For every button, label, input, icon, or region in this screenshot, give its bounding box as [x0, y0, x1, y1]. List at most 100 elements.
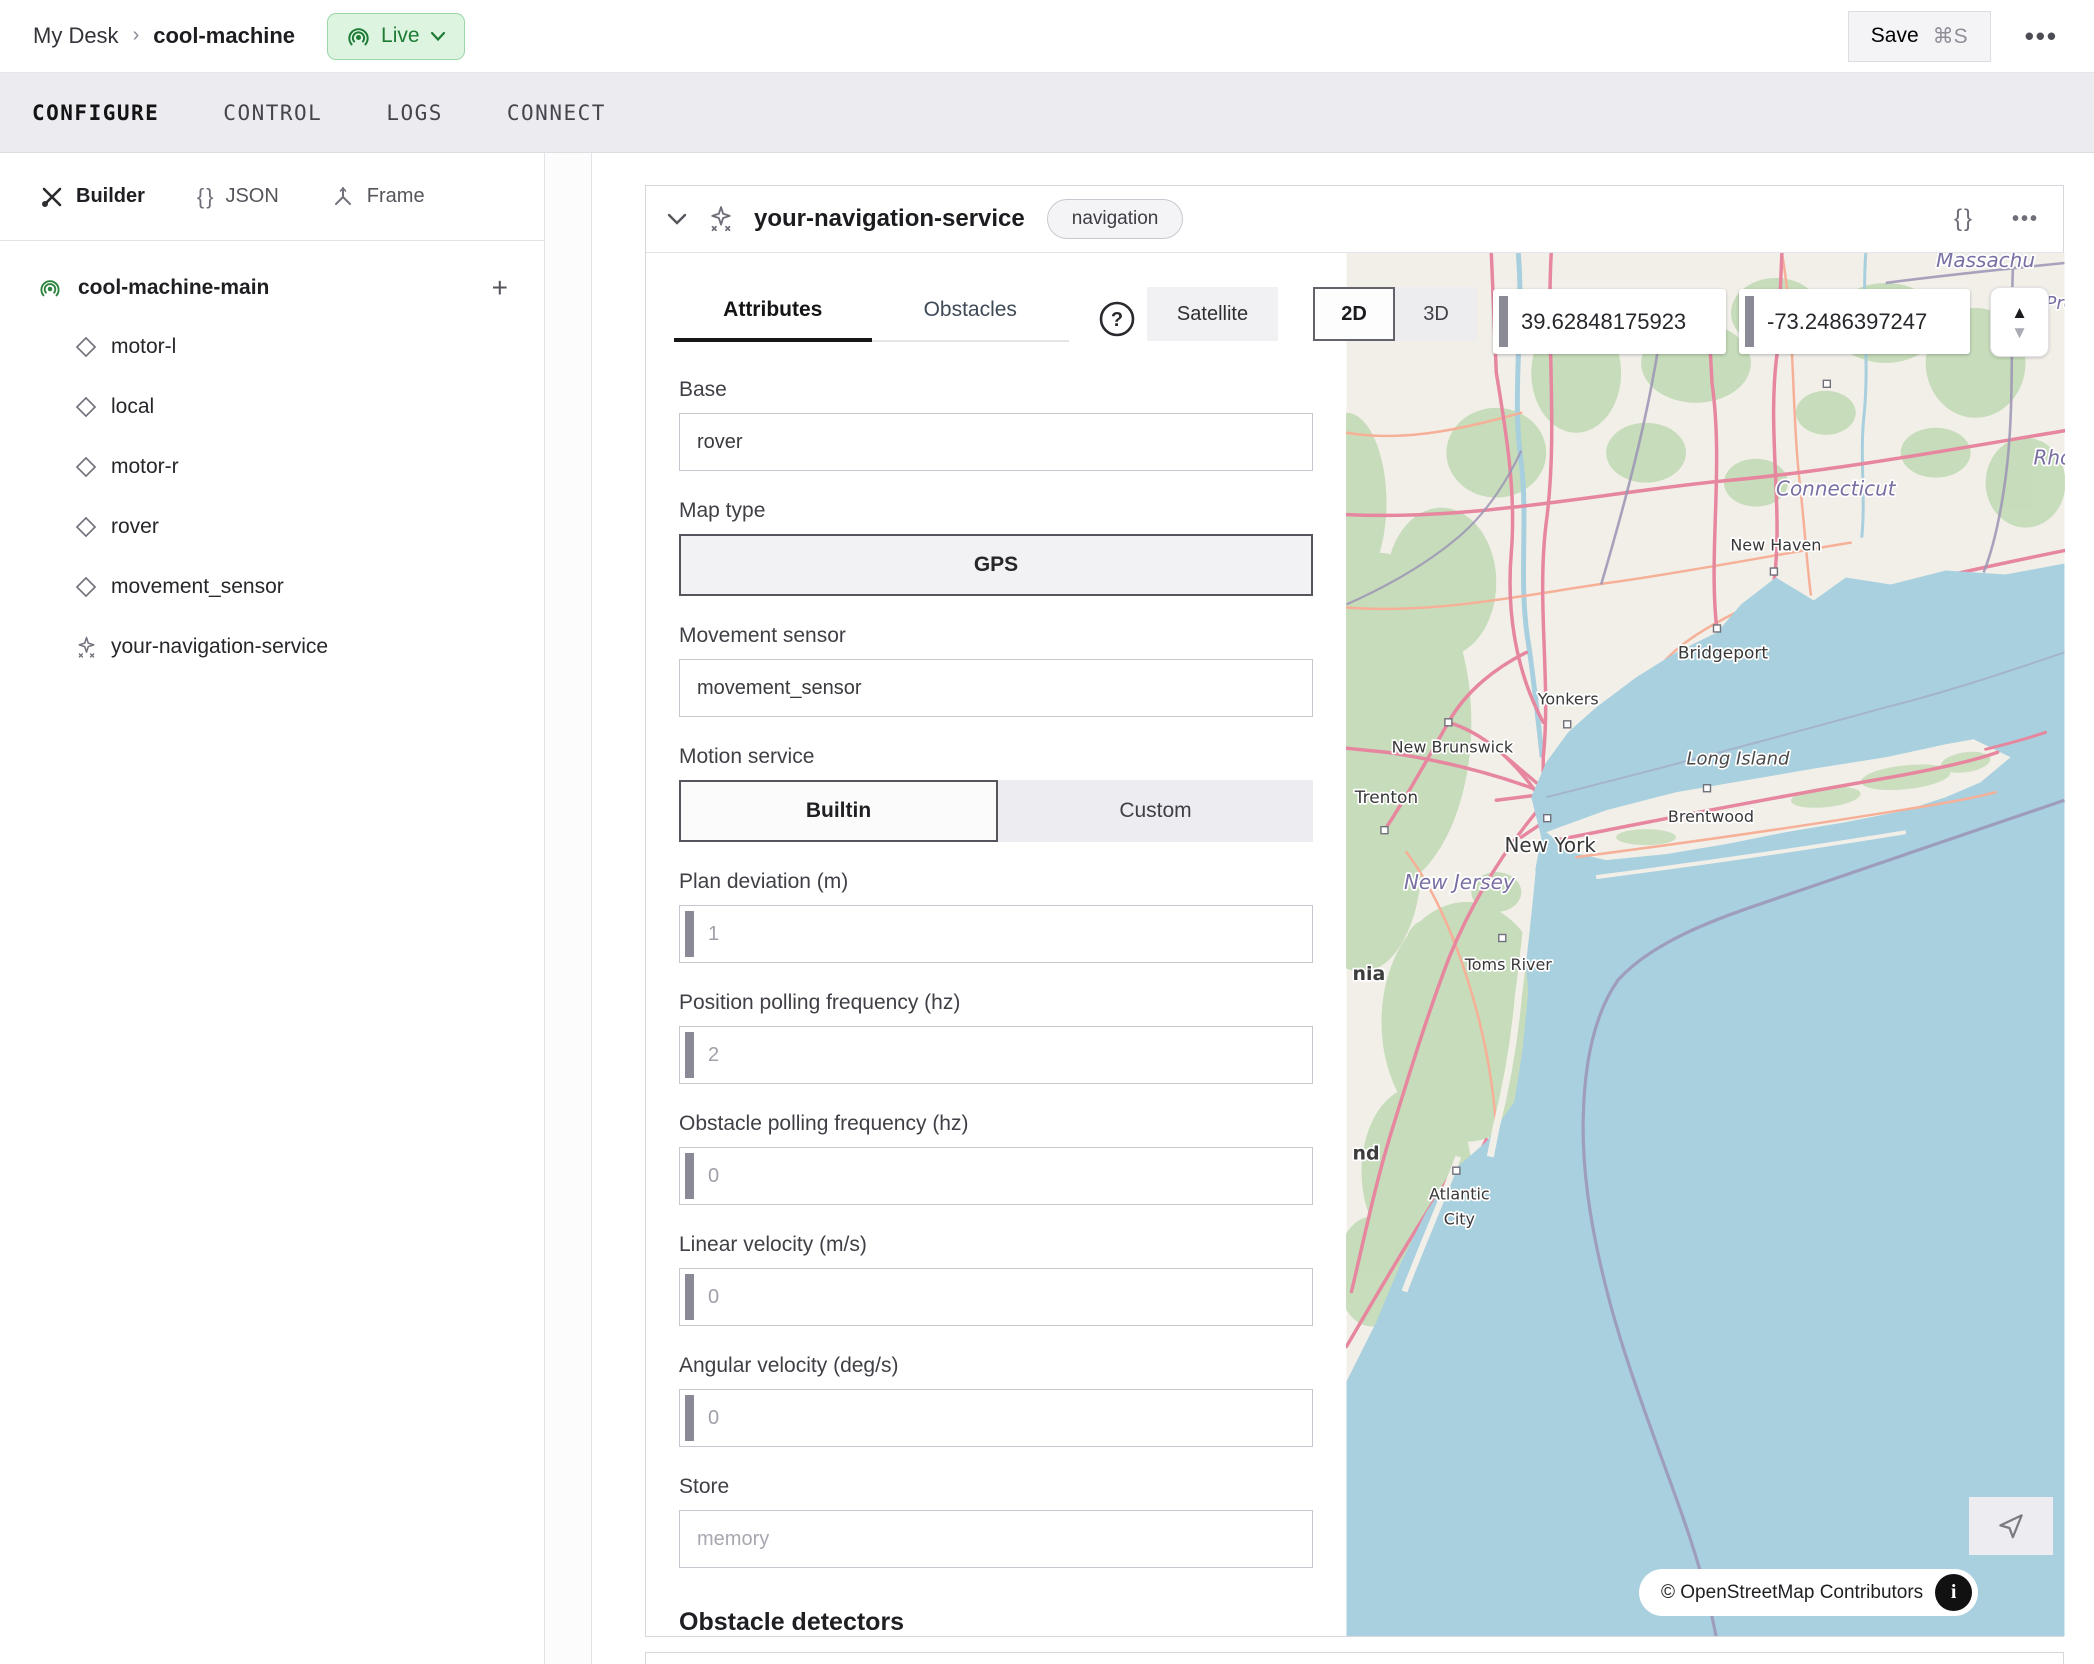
field-position-polling-frequency-hz: Position polling frequency (hz) 2 [679, 991, 1313, 1084]
live-status-badge[interactable]: Live [327, 13, 465, 60]
tab-connect[interactable]: CONNECT [507, 101, 606, 125]
tools-icon [40, 185, 64, 209]
latitude-drag-handle[interactable] [1499, 296, 1508, 347]
component-diamond-icon [73, 335, 99, 359]
field-number-input[interactable]: 0 [679, 1268, 1313, 1326]
field-label: Motion service [679, 745, 1313, 769]
tree-item-movement_sensor[interactable]: movement_sensor [0, 557, 544, 617]
info-icon[interactable]: i [1935, 1574, 1972, 1611]
tree-item-label: your-navigation-service [111, 635, 328, 659]
header-more-button[interactable]: ••• [2025, 21, 2058, 52]
field-input[interactable]: movement_sensor [679, 659, 1313, 717]
map-2d-button[interactable]: 2D [1313, 287, 1395, 341]
longitude-input[interactable]: -73.2486397247 [1739, 289, 1970, 354]
segment-option-builtin[interactable]: Builtin [679, 780, 998, 842]
tree-item-motor-l[interactable]: motor-l [0, 317, 544, 377]
machine-main-name: cool-machine-main [78, 276, 492, 300]
main-panel: your-navigation-service navigation { } •… [592, 153, 2094, 1664]
tree-item-label: rover [111, 515, 159, 539]
tree-item-label: motor-l [111, 335, 176, 359]
app-header: My Desk › cool-machine Live Save ⌘S ••• [0, 0, 2094, 73]
zoom-stepper[interactable]: ▲ ▼ [1990, 287, 2049, 357]
service-title: your-navigation-service [754, 205, 1025, 233]
map-3d-button[interactable]: 3D [1395, 287, 1477, 341]
svg-text:Rhode: Rhode [2034, 446, 2065, 470]
field-label: Base [679, 378, 1313, 402]
longitude-drag-handle[interactable] [1745, 296, 1754, 347]
tree-item-rover[interactable]: rover [0, 497, 544, 557]
tab-attributes[interactable]: Attributes [674, 298, 872, 342]
machine-part-tree: cool-machine-main + motor-l local motor-r r… [0, 241, 544, 677]
breadcrumb-root[interactable]: My Desk [33, 23, 119, 49]
service-sparkle-icon [706, 204, 736, 234]
tree-item-local[interactable]: local [0, 377, 544, 437]
frame-icon [331, 185, 355, 209]
view-label: Frame [367, 185, 425, 208]
number-drag-handle[interactable] [685, 1395, 694, 1441]
number-value: 1 [708, 923, 719, 946]
field-linear-velocity-m-s: Linear velocity (m/s)0 [679, 1233, 1313, 1326]
field-button-gps[interactable]: GPS [679, 534, 1313, 596]
service-sparkle-icon [73, 635, 99, 660]
number-drag-handle[interactable] [685, 911, 694, 957]
zoom-out-arrow-icon[interactable]: ▼ [2011, 324, 2028, 341]
view-json[interactable]: { }JSON [197, 184, 279, 210]
number-drag-handle[interactable] [685, 1274, 694, 1320]
save-label: Save [1871, 24, 1919, 48]
svg-text:New Brunswick: New Brunswick [1392, 737, 1514, 756]
sidebar-resize-gutter[interactable] [545, 153, 592, 1664]
view-frame[interactable]: Frame [331, 185, 425, 209]
tab-configure[interactable]: CONFIGURE [32, 101, 159, 125]
field-number-input[interactable]: 0 [679, 1147, 1313, 1205]
add-component-button[interactable]: + [492, 274, 508, 302]
chevron-down-icon [430, 31, 446, 42]
svg-text:Toms River: Toms River [1464, 955, 1553, 974]
tree-item-motor-r[interactable]: motor-r [0, 437, 544, 497]
primary-nav: CONFIGURE CONTROL LOGS CONNECT [0, 73, 2094, 153]
component-diamond-icon [73, 395, 99, 419]
field-angular-velocity-deg-s: Angular velocity (deg/s)0 [679, 1354, 1313, 1447]
latitude-input[interactable]: 39.62848175923 [1493, 289, 1726, 354]
field-number-input[interactable]: 1 [679, 905, 1313, 963]
field-number-input[interactable]: 2 [679, 1026, 1313, 1084]
number-drag-handle[interactable] [685, 1153, 694, 1199]
svg-text:New York: New York [1504, 833, 1596, 857]
card-more-icon[interactable]: ••• [2012, 209, 2039, 229]
field-map-type: Map typeGPS [679, 499, 1313, 596]
service-card: your-navigation-service navigation { } •… [645, 185, 2064, 1637]
satellite-toggle-button[interactable]: Satellite [1147, 287, 1278, 341]
field-number-input[interactable]: 0 [679, 1389, 1313, 1447]
collapse-chevron-icon[interactable] [666, 212, 688, 226]
navigation-map[interactable]: New HavenBridgeportYonkersBrentwoodNew Y… [1346, 253, 2065, 1636]
braces-json-icon[interactable]: { } [1954, 207, 1972, 231]
segment-option-custom[interactable]: Custom [998, 780, 1313, 842]
tree-item-label: movement_sensor [111, 575, 284, 599]
map-attribution: © OpenStreetMap Contributors i [1639, 1569, 1978, 1616]
field-input[interactable]: memory [679, 1510, 1313, 1568]
field-label: Position polling frequency (hz) [679, 991, 1313, 1015]
field-input[interactable]: rover [679, 413, 1313, 471]
svg-text:Bridgeport: Bridgeport [1678, 643, 1768, 663]
component-diamond-icon [73, 455, 99, 479]
tab-control[interactable]: CONTROL [223, 101, 322, 125]
zoom-in-arrow-icon[interactable]: ▲ [2011, 304, 2028, 321]
tree-item-label: local [111, 395, 154, 419]
number-value: 0 [708, 1407, 719, 1430]
save-button[interactable]: Save ⌘S [1848, 11, 1991, 62]
machine-main-row[interactable]: cool-machine-main + [0, 259, 544, 317]
svg-text:nia: nia [1353, 963, 1386, 985]
braces-icon: { } [197, 184, 214, 210]
card-tabs: Attributes Obstacles [674, 298, 1069, 342]
locate-button[interactable] [1969, 1497, 2053, 1555]
tab-obstacles[interactable]: Obstacles [872, 298, 1070, 342]
breadcrumb: My Desk › cool-machine [33, 23, 295, 49]
view-builder[interactable]: Builder [40, 185, 145, 209]
config-sidebar: Builder { }JSON Frame cool-machine-main + … [0, 153, 545, 1664]
help-icon[interactable]: ? [1098, 300, 1136, 338]
tree-item-your-navigation-service[interactable]: your-navigation-service [0, 617, 544, 677]
number-drag-handle[interactable] [685, 1032, 694, 1078]
tab-logs[interactable]: LOGS [386, 101, 443, 125]
map-dimension-toggle: 2D 3D [1313, 287, 1477, 341]
live-label: Live [381, 24, 420, 48]
app-root: My Desk › cool-machine Live Save ⌘S ••• [0, 0, 2094, 1664]
